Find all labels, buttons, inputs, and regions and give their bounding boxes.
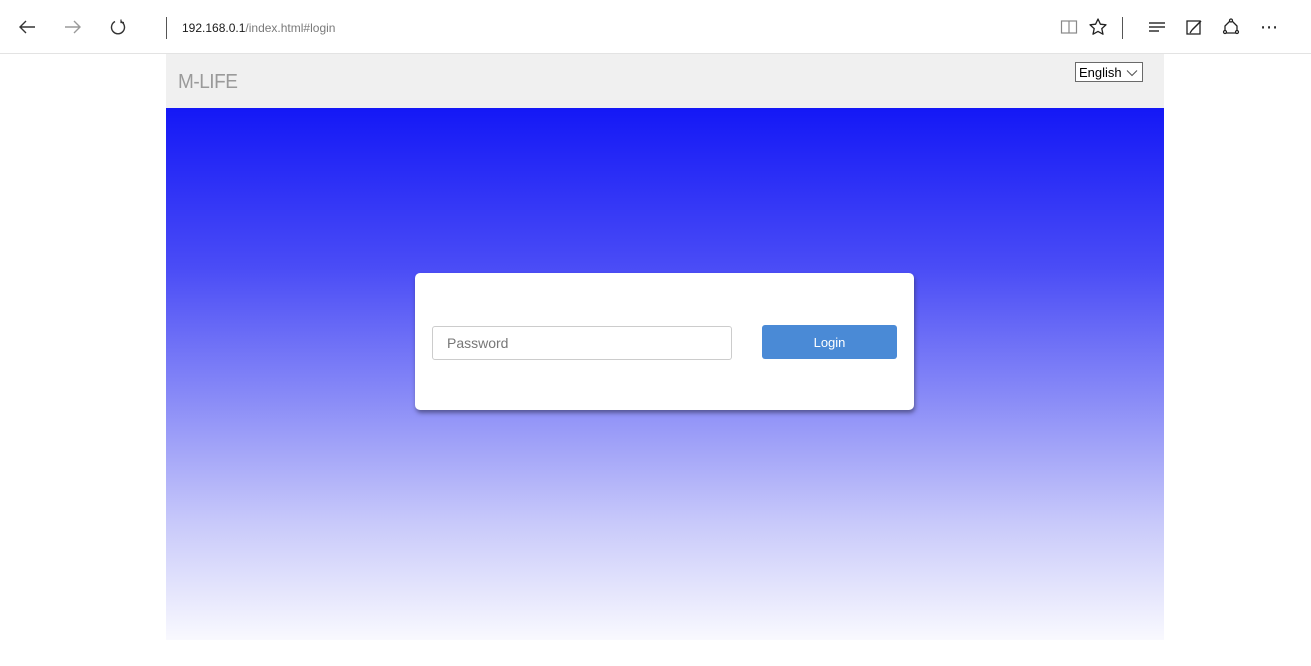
- password-input[interactable]: [432, 326, 732, 360]
- share-icon[interactable]: [1218, 14, 1244, 40]
- toolbar-divider: [1122, 17, 1123, 39]
- more-icon[interactable]: ⋯: [1256, 14, 1282, 40]
- address-bar[interactable]: 192.168.0.1/index.html#login: [182, 21, 335, 35]
- language-selected-value: English: [1079, 64, 1122, 80]
- forward-arrow-icon[interactable]: [60, 14, 86, 40]
- web-note-icon[interactable]: [1181, 14, 1207, 40]
- address-host: 192.168.0.1: [182, 21, 246, 35]
- address-path: /index.html#login: [245, 21, 336, 35]
- login-button[interactable]: Login: [762, 325, 897, 359]
- browser-toolbar: 192.168.0.1/index.html#login ⋯: [0, 0, 1311, 54]
- reading-view-icon[interactable]: [1056, 14, 1082, 40]
- star-icon[interactable]: [1085, 14, 1111, 40]
- address-divider: [166, 17, 167, 39]
- login-card: Login: [415, 273, 914, 410]
- language-select[interactable]: English: [1075, 62, 1143, 82]
- hub-icon[interactable]: [1144, 14, 1170, 40]
- hero-background: Login: [166, 108, 1164, 640]
- back-arrow-icon[interactable]: [14, 14, 40, 40]
- page-header: M-LIFE English: [166, 54, 1164, 108]
- refresh-icon[interactable]: [105, 14, 131, 40]
- chevron-down-icon: [1126, 65, 1138, 80]
- brand-logo: M-LIFE: [178, 71, 238, 93]
- router-login-page: M-LIFE English Login: [166, 54, 1164, 666]
